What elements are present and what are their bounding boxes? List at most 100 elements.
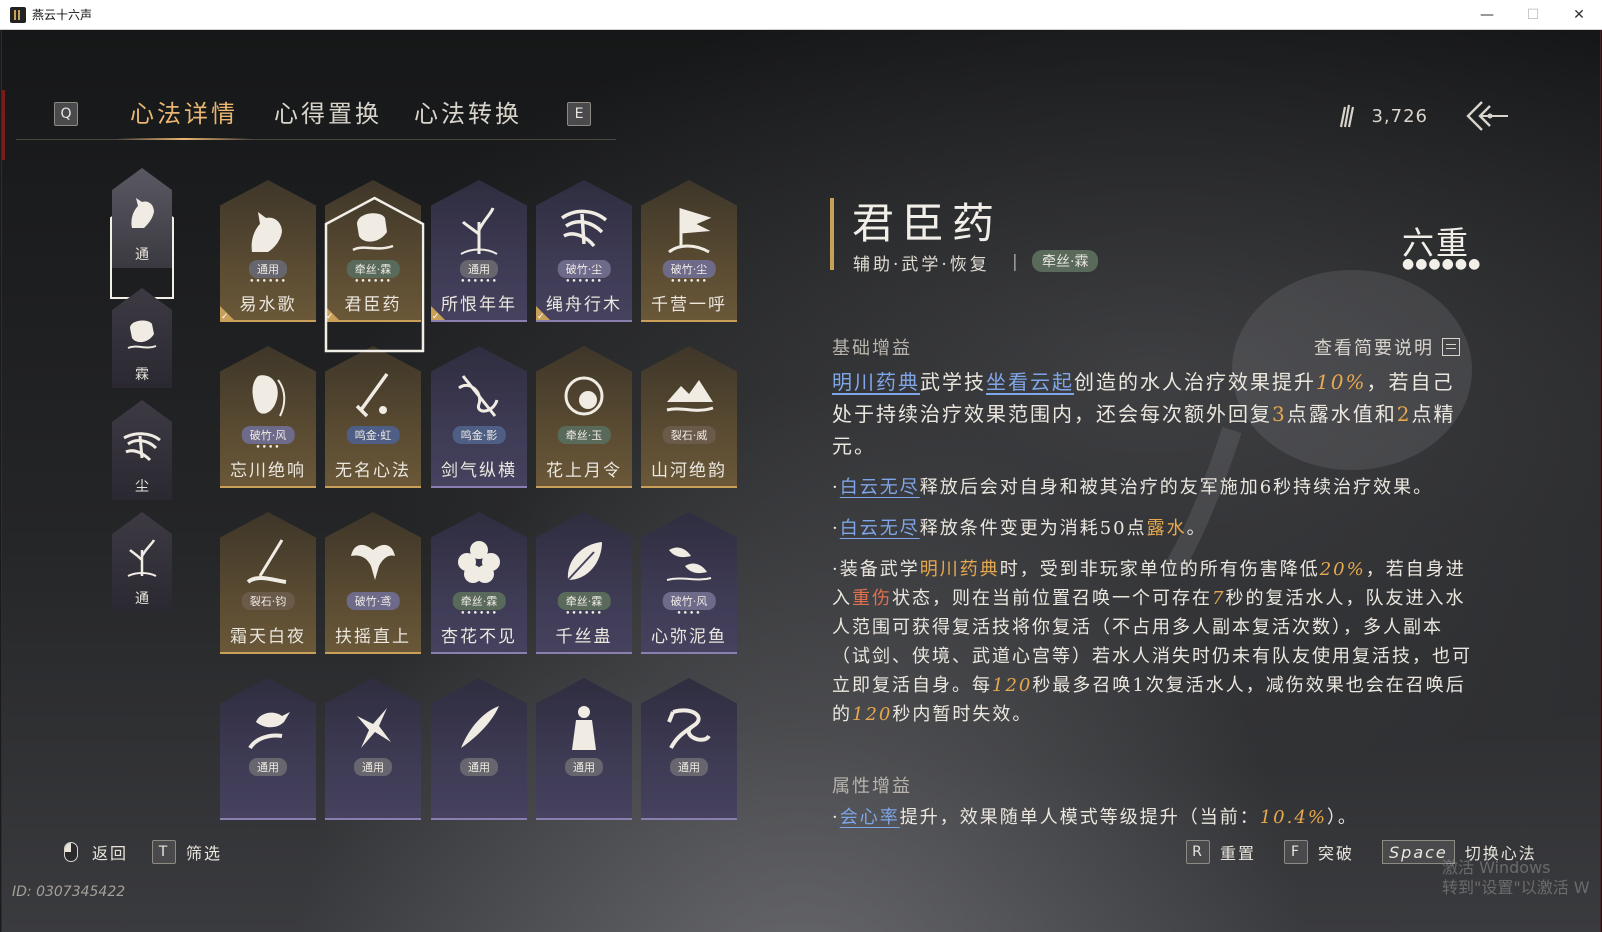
card-school-tag: 通用 bbox=[249, 758, 287, 776]
card-school-tag: 通用 bbox=[670, 758, 708, 776]
currency-display: 3,726 bbox=[1337, 103, 1428, 129]
document-icon bbox=[1442, 338, 1460, 356]
tab-xinfa-convert[interactable]: 心法转换 bbox=[414, 94, 522, 129]
currency-amount: 3,726 bbox=[1371, 105, 1428, 127]
roots-icon bbox=[123, 432, 161, 462]
card-bottom-line bbox=[220, 652, 316, 654]
card-name: 无名心法 bbox=[335, 461, 411, 481]
flag-icon bbox=[668, 207, 712, 254]
key-f: F bbox=[1284, 840, 1308, 864]
roots-icon bbox=[560, 209, 608, 248]
xinfa-card[interactable]: 通用 bbox=[220, 678, 316, 820]
key-q-prev-tab[interactable]: Q bbox=[54, 102, 78, 126]
card-school-tag: 破竹·鸢 bbox=[346, 592, 400, 610]
category-lin[interactable]: 霖 bbox=[112, 288, 172, 388]
link-zuokan-yunqi[interactable]: 坐看云起 bbox=[986, 370, 1074, 394]
link-crit-rate[interactable]: 会心率 bbox=[840, 807, 900, 828]
blossom-icon bbox=[458, 541, 500, 583]
link-mingchuan-yaodian[interactable]: 明川药典 bbox=[832, 370, 920, 394]
hint-filter[interactable]: T 筛选 bbox=[152, 840, 222, 864]
card-rank-dots: •••• bbox=[676, 609, 702, 619]
base-bonus-heading: 基础增益 bbox=[832, 338, 912, 359]
category-chen[interactable]: 尘 bbox=[112, 400, 172, 500]
category-tong-2[interactable]: 通 bbox=[112, 512, 172, 612]
xinfa-card[interactable]: 破竹·尘 •••••• 绳舟行木 bbox=[536, 180, 632, 322]
key-e-next-tab[interactable]: E bbox=[567, 102, 591, 126]
detail-rank-dots: ●●●●●● bbox=[1402, 256, 1482, 272]
card-school-tag: 通用 bbox=[565, 758, 603, 776]
attr-bonus-heading: 属性增益 bbox=[832, 776, 912, 797]
bird-hand-icon bbox=[248, 712, 290, 750]
active-tab-underline bbox=[116, 138, 252, 140]
card-bottom-line bbox=[536, 652, 632, 654]
card-name: 君臣药 bbox=[344, 295, 402, 315]
xinfa-card[interactable]: 鸣金·影 剑气纵横 bbox=[431, 346, 527, 488]
xinfa-card[interactable]: 破竹·风 •••• 忘川绝响 bbox=[220, 346, 316, 488]
fish-icon bbox=[666, 547, 712, 581]
card-bottom-line bbox=[431, 486, 527, 488]
xinfa-card[interactable]: 通用 •••••• 易水歌 bbox=[220, 180, 316, 322]
hint-reset-label: 重置 bbox=[1220, 844, 1257, 863]
base-bonus-description: 明川药典武学技坐看云起创造的水人治疗效果提升10%，若自己处于持续治疗效果范围内… bbox=[832, 370, 1456, 458]
quill-icon bbox=[461, 706, 499, 748]
card-rank-dots: •••• bbox=[255, 443, 281, 453]
view-summary-button[interactable]: 查看简要说明 bbox=[1314, 334, 1460, 360]
xinfa-card[interactable]: 牵丝·霖 •••••• 千丝蛊 bbox=[536, 512, 632, 654]
card-school-tag: 通用 bbox=[460, 758, 498, 776]
card-name: 心弥泥鱼 bbox=[651, 627, 727, 647]
card-school-tag: 鸣金·虹 bbox=[346, 426, 400, 444]
detail-subtitle: 辅助·武学·恢复 bbox=[853, 255, 990, 275]
card-name: 霜天白夜 bbox=[230, 627, 306, 647]
detail-title: 君臣药 bbox=[852, 199, 1003, 248]
xinfa-card[interactable]: 通用 •••••• 所恨年年 bbox=[431, 180, 527, 322]
card-bottom-line bbox=[641, 486, 737, 488]
game-viewport: Q 心法详情 心得置换 心法转换 E 3,726 通 霖 尘 通 通用 ••••… bbox=[1, 30, 1601, 932]
xinfa-card[interactable]: 牵丝·霖 •••••• 君臣药 bbox=[325, 180, 421, 322]
card-school-tag: 牵丝·霖 bbox=[557, 592, 611, 610]
card-name: 千营一呼 bbox=[651, 295, 727, 315]
bullet-equip-effect: ·装备武学明川药典时，受到非玩家单位的所有伤害降低20%，若自身进入重伤状态，则… bbox=[832, 559, 1472, 725]
xinfa-card[interactable]: 通用 bbox=[325, 678, 421, 820]
card-school-tag: 裂石·威 bbox=[662, 426, 716, 444]
card-school-tag: 破竹·风 bbox=[662, 592, 716, 610]
xinfa-card[interactable]: 破竹·尘 •••••• 千营一呼 bbox=[641, 180, 737, 322]
card-name: 扶摇直上 bbox=[335, 627, 411, 647]
card-rank-dots: •••••• bbox=[565, 277, 603, 287]
card-name: 花上月令 bbox=[546, 461, 622, 481]
xinfa-card[interactable]: 牵丝·玉 花上月令 bbox=[536, 346, 632, 488]
card-bottom-line bbox=[431, 652, 527, 654]
hint-breakthrough[interactable]: F 突破 bbox=[1284, 840, 1354, 864]
xinfa-card[interactable]: 鸣金·虹无名心法 bbox=[325, 346, 421, 488]
card-school-tag: 牵丝·霖 bbox=[346, 260, 400, 278]
xinfa-card[interactable]: 通用 bbox=[431, 678, 527, 820]
xinfa-card[interactable]: 裂石·威 山河绝韵 bbox=[641, 346, 737, 488]
blade-icon bbox=[458, 375, 499, 417]
link-baiyun-wujin-2[interactable]: 白云无尽 bbox=[840, 518, 920, 539]
bullet-baiyun-wujin-1: ·白云无尽释放后会对自身和被其治疗的友军施加6秒持续治疗效果。 bbox=[832, 477, 1434, 498]
card-rank-dots: •••••• bbox=[460, 277, 498, 287]
tab-xinfa-detail[interactable]: 心法详情 bbox=[130, 94, 238, 129]
link-baiyun-wujin[interactable]: 白云无尽 bbox=[840, 477, 920, 498]
category-tong-1[interactable]: 通 bbox=[112, 168, 172, 268]
card-school-tag: 牵丝·霖 bbox=[452, 592, 506, 610]
maximize-button[interactable]: ☐ bbox=[1510, 0, 1556, 30]
windows-activation-watermark: 激活 Windows 转到"设置"以激活 W bbox=[1442, 858, 1590, 898]
card-bottom-line bbox=[325, 320, 421, 322]
category-label: 通 bbox=[135, 591, 149, 607]
xinfa-card[interactable]: 通用 bbox=[641, 678, 737, 820]
xinfa-card[interactable]: 牵丝·霖 •••••• 杏花不见 bbox=[431, 512, 527, 654]
hint-back[interactable]: 返回 bbox=[64, 840, 128, 864]
xinfa-card[interactable]: 裂石·钧 霜天白夜 bbox=[220, 512, 316, 654]
xinfa-card[interactable]: 破竹·鸢扶摇直上 bbox=[325, 512, 421, 654]
player-uid: ID: 0307345422 bbox=[12, 884, 126, 900]
horse-icon bbox=[251, 212, 282, 252]
hint-reset[interactable]: R 重置 bbox=[1186, 840, 1256, 864]
tab-xinde-swap[interactable]: 心得置换 bbox=[274, 94, 382, 129]
brush-icon bbox=[246, 539, 287, 584]
xinfa-card[interactable]: 通用 bbox=[536, 678, 632, 820]
minimize-button[interactable]: — bbox=[1464, 0, 1510, 30]
eagle-icon bbox=[351, 544, 395, 580]
xinfa-card[interactable]: 破竹·风 •••• 心弥泥鱼 bbox=[641, 512, 737, 654]
close-button[interactable]: ✕ bbox=[1556, 0, 1602, 30]
back-arrow-icon[interactable] bbox=[1462, 96, 1512, 136]
